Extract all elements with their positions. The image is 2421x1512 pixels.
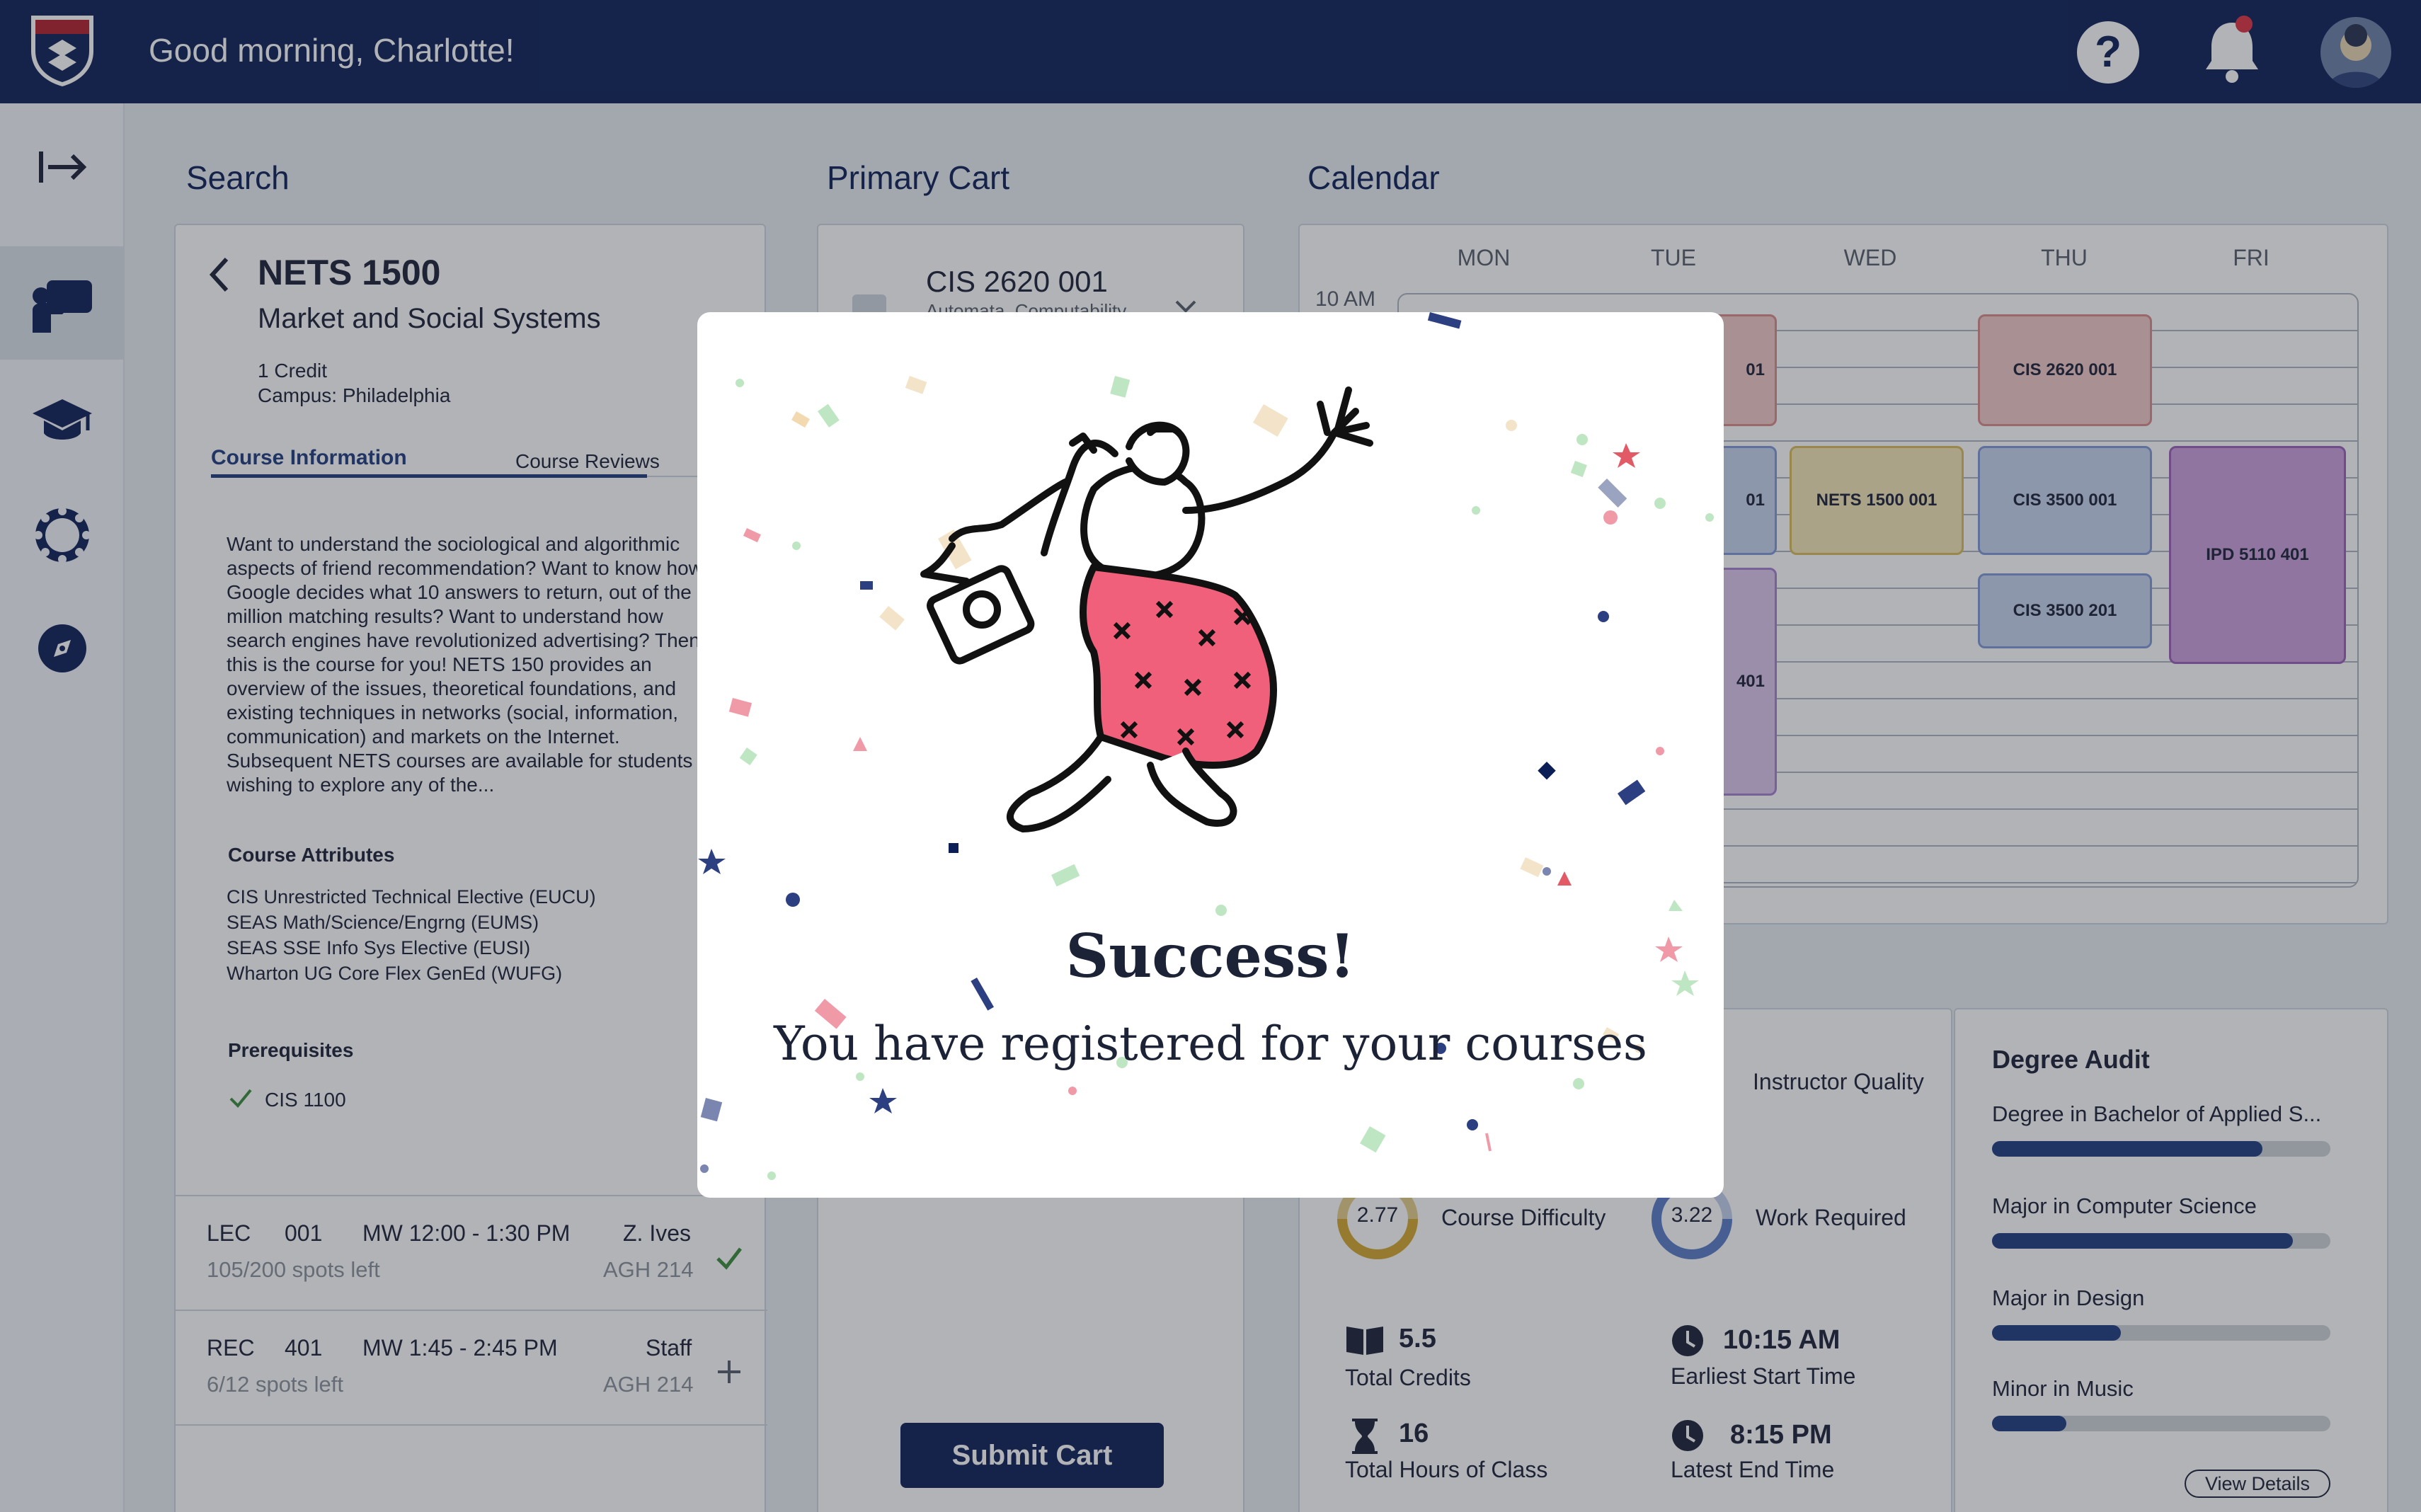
success-message: You have registered for your courses: [774, 1016, 1647, 1071]
success-modal: Success! You have registered for your co…: [697, 312, 1724, 1198]
dancing-person-illustration: [920, 386, 1373, 832]
success-title: Success!: [1065, 921, 1356, 991]
